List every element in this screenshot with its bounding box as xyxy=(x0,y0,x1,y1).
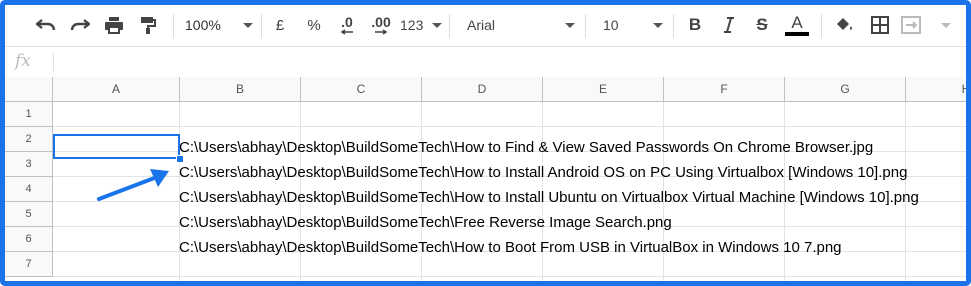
formula-input[interactable] xyxy=(61,47,961,77)
text-color-button[interactable]: A xyxy=(783,5,811,45)
font-family-value: Arial xyxy=(467,17,496,33)
borders-icon xyxy=(871,16,889,34)
print-icon xyxy=(105,17,123,34)
column-header-f[interactable]: F xyxy=(664,77,785,102)
undo-icon xyxy=(36,19,56,31)
strikethrough-button[interactable]: S xyxy=(750,5,774,45)
merge-cells-icon xyxy=(901,16,921,34)
redo-button[interactable] xyxy=(65,5,95,45)
column-header-e[interactable]: E xyxy=(543,77,664,102)
decrease-decimals-button[interactable]: .0 xyxy=(332,5,362,45)
cell-b5[interactable]: C:\Users\abhay\Desktop\BuildSomeTech\Fre… xyxy=(179,210,672,234)
undo-button[interactable] xyxy=(31,5,61,45)
borders-button[interactable] xyxy=(867,5,893,45)
row-header-7[interactable]: 7 xyxy=(5,252,53,277)
decrease-decimals-label: .0 xyxy=(341,14,353,30)
zoom-value: 100% xyxy=(185,17,221,33)
paint-format-icon xyxy=(141,17,156,34)
increase-decimals-button[interactable]: .00 xyxy=(366,5,396,45)
print-button[interactable] xyxy=(99,5,129,45)
arrow-left-icon xyxy=(340,29,353,35)
row-header-5[interactable]: 5 xyxy=(5,202,53,227)
increase-decimals-label: .00 xyxy=(371,14,391,30)
strike-label: S xyxy=(756,15,768,34)
toolbar-separator xyxy=(821,14,822,38)
spreadsheet-window: 100% £ % .0 .00 123 Arial 10 B S A fx A … xyxy=(0,0,971,286)
paint-bucket-icon xyxy=(837,18,852,30)
row-header-4[interactable]: 4 xyxy=(5,177,53,202)
column-header-c[interactable]: C xyxy=(301,77,422,102)
currency-format-button[interactable]: £ xyxy=(269,5,291,45)
toolbar-separator xyxy=(449,14,450,38)
arrow-right-icon xyxy=(375,29,388,35)
text-color-label: A xyxy=(791,13,803,32)
redo-icon xyxy=(70,19,90,31)
annotation-arrow xyxy=(97,169,169,201)
select-all-corner[interactable] xyxy=(5,77,53,102)
toolbar: 100% £ % .0 .00 123 Arial 10 B S A xyxy=(5,5,966,45)
font-size-select[interactable]: 10 xyxy=(603,5,663,45)
bold-label: B xyxy=(688,15,702,34)
cell-b2[interactable]: C:\Users\abhay\Desktop\BuildSomeTech\How… xyxy=(179,135,873,159)
paint-format-button[interactable] xyxy=(133,5,163,45)
chevron-down-icon xyxy=(941,22,951,28)
italic-button[interactable] xyxy=(717,5,741,45)
cell-b4[interactable]: C:\Users\abhay\Desktop\BuildSomeTech\How… xyxy=(179,185,919,209)
gridline xyxy=(53,126,966,127)
row-header-1[interactable]: 1 xyxy=(5,102,53,127)
italic-icon xyxy=(724,17,734,33)
chevron-down-icon xyxy=(432,22,442,28)
percent-format-button[interactable]: % xyxy=(303,5,325,45)
column-header-h[interactable]: H xyxy=(906,77,966,102)
toolbar-separator xyxy=(673,14,674,38)
toolbar-separator xyxy=(585,14,586,38)
fill-handle[interactable] xyxy=(176,155,184,163)
cell-b6[interactable]: C:\Users\abhay\Desktop\BuildSomeTech\How… xyxy=(179,235,842,259)
row-header-3[interactable]: 3 xyxy=(5,152,53,177)
fill-color-button[interactable] xyxy=(831,5,857,45)
column-header-b[interactable]: B xyxy=(180,77,301,102)
column-header-a[interactable]: A xyxy=(53,77,180,102)
fx-icon: fx xyxy=(15,51,31,71)
bold-button[interactable]: B xyxy=(683,5,707,45)
font-family-select[interactable]: Arial xyxy=(467,5,575,45)
formula-bar: fx xyxy=(5,46,966,78)
text-color-swatch xyxy=(785,32,809,36)
zoom-select[interactable]: 100% xyxy=(185,5,253,45)
more-formats-label: 123 xyxy=(400,17,424,33)
row-header-2[interactable]: 2 xyxy=(5,127,53,152)
more-formats-select[interactable]: 123 xyxy=(400,5,442,45)
toolbar-separator xyxy=(261,14,262,38)
font-size-value: 10 xyxy=(603,17,619,33)
cell-b3[interactable]: C:\Users\abhay\Desktop\BuildSomeTech\How… xyxy=(179,160,907,184)
column-header-g[interactable]: G xyxy=(785,77,906,102)
cell-a2-selected[interactable] xyxy=(53,134,180,159)
formula-separator xyxy=(53,53,54,71)
column-header-d[interactable]: D xyxy=(422,77,543,102)
chevron-down-icon xyxy=(565,22,575,28)
chevron-down-icon xyxy=(243,22,253,28)
currency-label: £ xyxy=(275,16,285,34)
toolbar-separator xyxy=(173,14,174,38)
chevron-down-icon xyxy=(653,22,663,28)
percent-label: % xyxy=(307,16,321,34)
gridline xyxy=(53,276,966,277)
row-header-6[interactable]: 6 xyxy=(5,227,53,252)
merge-cells-button[interactable] xyxy=(901,5,951,45)
